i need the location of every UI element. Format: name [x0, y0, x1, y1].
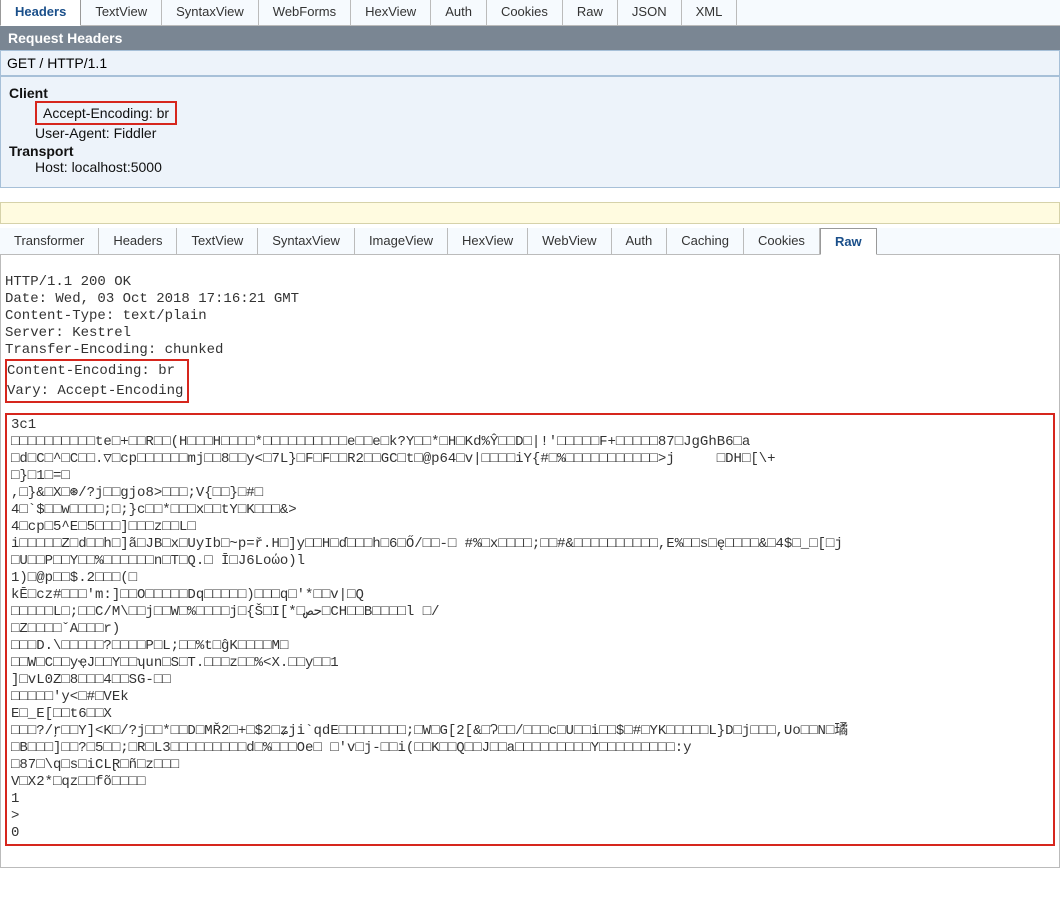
- request-tab-auth[interactable]: Auth: [431, 0, 487, 25]
- response-tab-auth[interactable]: Auth: [612, 228, 668, 254]
- response-tab-strip: TransformerHeadersTextViewSyntaxViewImag…: [0, 228, 1060, 255]
- request-tab-headers[interactable]: Headers: [0, 0, 81, 26]
- host-header: Host: localhost:5000: [35, 159, 1051, 175]
- request-tab-raw[interactable]: Raw: [563, 0, 618, 25]
- response-headers-highlighted: Content-Encoding: br Vary: Accept-Encodi…: [5, 359, 189, 403]
- response-tab-transformer[interactable]: Transformer: [0, 228, 99, 254]
- response-tab-hexview[interactable]: HexView: [448, 228, 528, 254]
- response-tab-textview[interactable]: TextView: [177, 228, 258, 254]
- raw-response-pane: HTTP/1.1 200 OK Date: Wed, 03 Oct 2018 1…: [0, 255, 1060, 868]
- user-agent-header: User-Agent: Fiddler: [35, 125, 1051, 141]
- response-tab-raw[interactable]: Raw: [820, 228, 877, 255]
- request-tab-xml[interactable]: XML: [682, 0, 738, 25]
- request-tab-textview[interactable]: TextView: [81, 0, 162, 25]
- response-tab-imageview[interactable]: ImageView: [355, 228, 448, 254]
- response-body-block: 3c1 □□□□□□□□□□te□+□□R□□(H□□□H□□□□*□□□□□□…: [5, 413, 1055, 846]
- request-tab-hexview[interactable]: HexView: [351, 0, 431, 25]
- request-tab-strip: HeadersTextViewSyntaxViewWebFormsHexView…: [0, 0, 1060, 26]
- response-tab-cookies[interactable]: Cookies: [744, 228, 820, 254]
- response-tab-syntaxview[interactable]: SyntaxView: [258, 228, 355, 254]
- request-headers-section-title: Request Headers: [0, 26, 1060, 50]
- response-tab-webview[interactable]: WebView: [528, 228, 611, 254]
- info-bar: [0, 202, 1060, 224]
- response-headers-plain: HTTP/1.1 200 OK Date: Wed, 03 Oct 2018 1…: [5, 274, 299, 358]
- response-tab-headers[interactable]: Headers: [99, 228, 177, 254]
- request-headers-panel: Client Accept-Encoding: br User-Agent: F…: [0, 76, 1060, 188]
- response-headers-block: HTTP/1.1 200 OK Date: Wed, 03 Oct 2018 1…: [5, 274, 1055, 403]
- request-tab-syntaxview[interactable]: SyntaxView: [162, 0, 259, 25]
- transport-group-label: Transport: [9, 143, 1051, 159]
- request-tab-cookies[interactable]: Cookies: [487, 0, 563, 25]
- request-tab-json[interactable]: JSON: [618, 0, 682, 25]
- response-tab-caching[interactable]: Caching: [667, 228, 744, 254]
- client-group-label: Client: [9, 85, 1051, 101]
- request-tab-webforms[interactable]: WebForms: [259, 0, 351, 25]
- accept-encoding-header: Accept-Encoding: br: [35, 101, 177, 125]
- request-line: GET / HTTP/1.1: [0, 50, 1060, 76]
